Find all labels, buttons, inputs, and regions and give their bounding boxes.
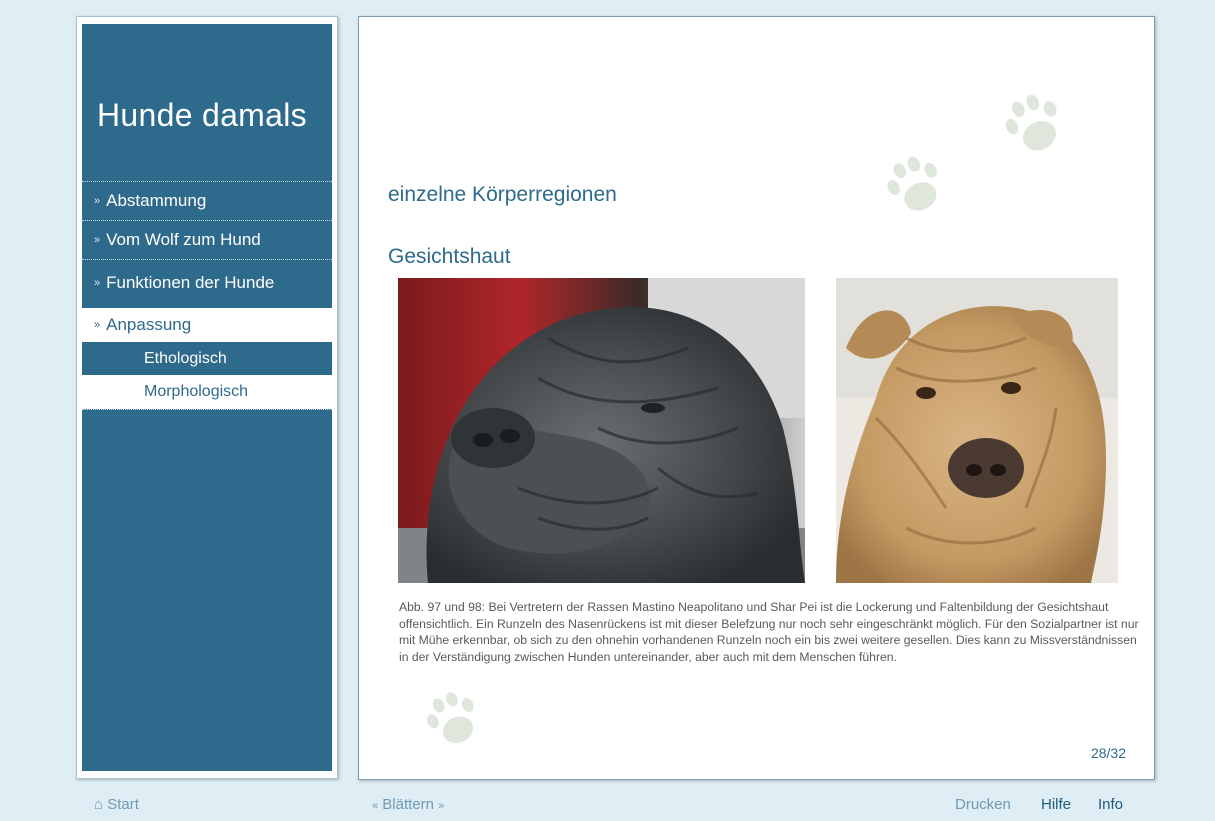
blaettern-nav[interactable]: « Blättern » [372, 796, 444, 813]
double-arrow-icon: » [94, 195, 101, 207]
blaettern-label: Blättern [382, 796, 434, 813]
shar-pei-photo [836, 278, 1118, 583]
content-panel: einzelne Körperregionen Gesichtshaut Abb… [358, 16, 1155, 780]
nav-item-vom-wolf-zum-hund[interactable]: » Vom Wolf zum Hund [82, 221, 332, 259]
sidebar-frame: Hunde damals » Abstammung » Vom Wolf zum… [76, 16, 338, 779]
section-heading: Gesichtshaut [388, 245, 511, 268]
image-caption: Abb. 97 und 98: Bei Vertretern der Rasse… [399, 600, 1139, 664]
start-label: Start [107, 796, 139, 813]
nav-item-abstammung[interactable]: » Abstammung [82, 182, 332, 220]
divider [82, 409, 332, 410]
double-arrow-icon: » [94, 277, 101, 289]
sidebar-nav: » Abstammung » Vom Wolf zum Hund » Funkt… [82, 181, 332, 410]
info-link[interactable]: Info [1098, 796, 1123, 813]
home-icon: ⌂ [94, 796, 104, 813]
mastino-photo [398, 278, 805, 583]
start-link[interactable]: ⌂ Start [94, 796, 139, 813]
double-arrow-icon: » [94, 319, 101, 331]
help-link[interactable]: Hilfe [1041, 796, 1071, 813]
previous-icon[interactable]: « [372, 800, 378, 812]
nav-item-anpassung[interactable]: » Anpassung [82, 308, 332, 342]
subnav-item-label: Morphologisch [144, 383, 249, 400]
sidebar-title: Hunde damals [97, 97, 307, 133]
section-subtitle: einzelne Körperregionen [388, 183, 617, 206]
subnav-item-ethologisch[interactable]: Ethologisch [82, 342, 332, 375]
double-arrow-icon: » [94, 234, 101, 246]
page-number: 28/32 [1090, 745, 1126, 761]
nav-item-label: Abstammung [106, 191, 207, 210]
paw-icon [427, 692, 474, 744]
subnav-item-label: Ethologisch [144, 349, 227, 367]
print-link[interactable]: Drucken [955, 796, 1011, 813]
subnav-item-morphologisch[interactable]: Morphologisch [82, 375, 332, 409]
next-icon[interactable]: » [438, 800, 444, 812]
nav-item-label: Vom Wolf zum Hund [106, 230, 261, 249]
nav-item-label: Funktionen der Hunde [106, 273, 275, 292]
paw-icon [1005, 94, 1057, 151]
nav-item-label: Anpassung [106, 315, 192, 334]
sidebar: Hunde damals » Abstammung » Vom Wolf zum… [82, 24, 332, 771]
paw-icon [887, 156, 937, 211]
nav-item-funktionen-der-hunde[interactable]: » Funktionen der Hunde [82, 260, 332, 306]
